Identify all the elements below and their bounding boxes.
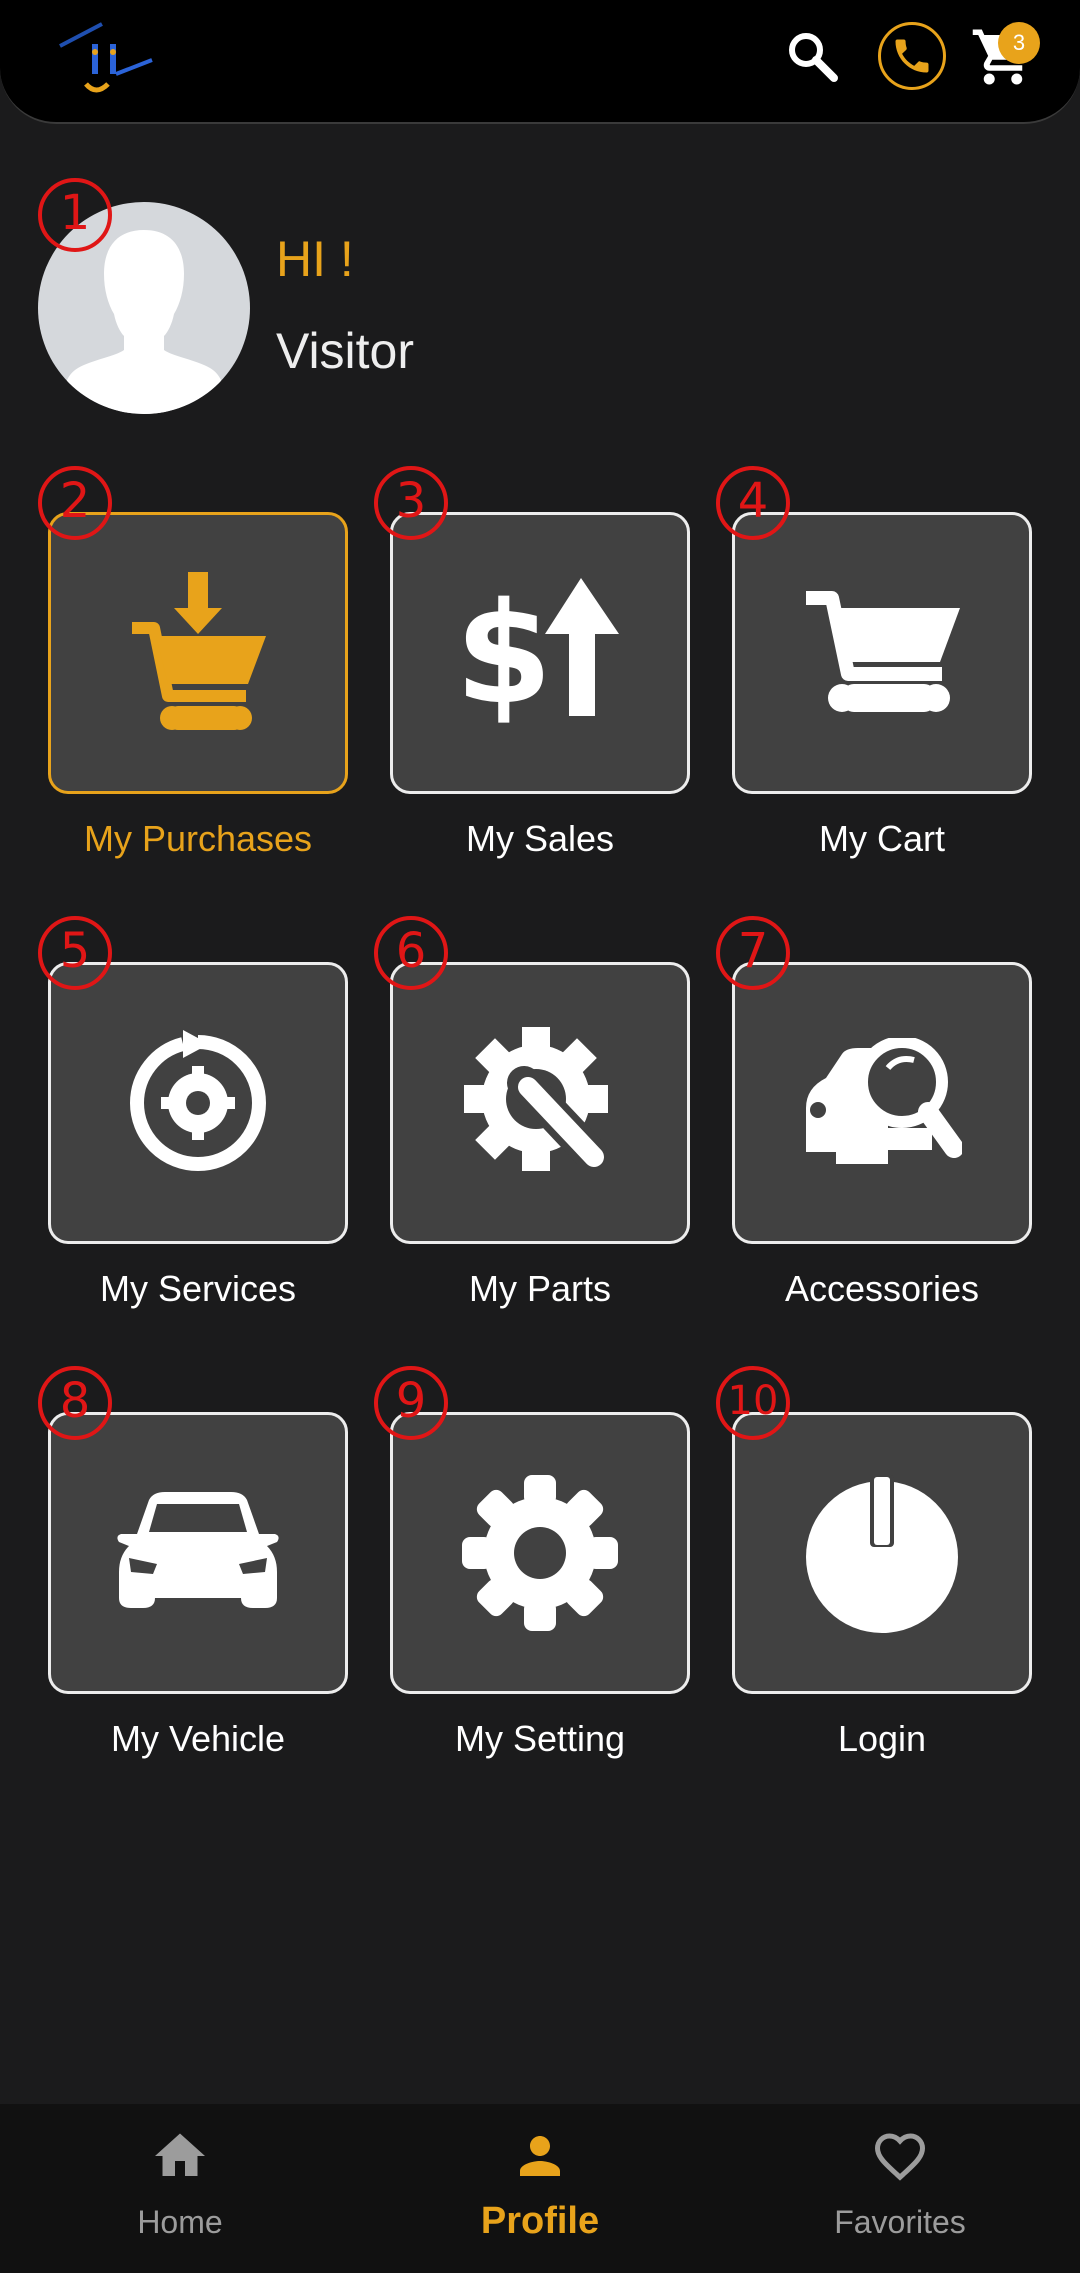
marker-9: 9 xyxy=(374,1366,448,1440)
nav-home[interactable]: Home xyxy=(30,2104,330,2273)
nav-profile-label: Profile xyxy=(480,2200,600,2242)
marker-8: 8 xyxy=(38,1366,112,1440)
nav-home-label: Home xyxy=(137,2204,223,2240)
login-label: Login xyxy=(837,1718,927,1759)
gear-cycle-icon xyxy=(130,1030,266,1171)
my-purchases-button[interactable] xyxy=(48,512,348,794)
nav-favorites-label: Favorites xyxy=(834,2204,966,2240)
greeting-text: HI ! xyxy=(276,231,354,287)
my-services-button[interactable] xyxy=(48,962,348,1244)
marker-2: 2 xyxy=(38,466,112,540)
dollar-up-icon: $ xyxy=(455,578,619,728)
nav-profile[interactable]: Profile xyxy=(390,2104,690,2273)
heart-icon xyxy=(874,2133,926,2181)
my-parts-label: My Parts xyxy=(468,1268,611,1309)
marker-10: 10 xyxy=(716,1366,790,1440)
marker-6: 6 xyxy=(374,916,448,990)
my-purchases-label: My Purchases xyxy=(83,818,313,859)
login-button[interactable] xyxy=(732,1412,1032,1694)
my-vehicle-button[interactable] xyxy=(48,1412,348,1694)
my-vehicle-label: My Vehicle xyxy=(110,1718,286,1759)
accessories-label: Accessories xyxy=(784,1268,980,1309)
accessories-button[interactable] xyxy=(732,962,1032,1244)
my-sales-label: My Sales xyxy=(465,818,615,859)
home-icon xyxy=(155,2133,205,2176)
cart-count-badge: 3 xyxy=(998,22,1040,64)
my-services-label: My Services xyxy=(99,1268,297,1309)
call-button[interactable] xyxy=(878,22,946,90)
car-search-icon xyxy=(806,1038,962,1164)
top-app-bar: 3 xyxy=(0,0,1080,124)
svg-text:$: $ xyxy=(455,578,552,728)
marker-4: 4 xyxy=(716,466,790,540)
phone-icon xyxy=(895,39,929,73)
cart-icon xyxy=(806,591,960,712)
my-setting-button[interactable] xyxy=(390,1412,690,1694)
my-sales-button[interactable]: $ xyxy=(390,512,690,794)
search-icon[interactable] xyxy=(782,26,842,86)
person-icon xyxy=(520,2136,560,2176)
marker-7: 7 xyxy=(716,916,790,990)
my-cart-label: My Cart xyxy=(819,818,945,859)
user-name: Visitor xyxy=(276,323,415,379)
gear-icon xyxy=(462,1475,618,1631)
gear-wrench-icon xyxy=(464,1027,608,1171)
my-cart-button[interactable] xyxy=(732,512,1032,794)
my-setting-label: My Setting xyxy=(454,1718,626,1759)
marker-3: 3 xyxy=(374,466,448,540)
app-logo[interactable] xyxy=(52,16,160,106)
power-icon xyxy=(806,1475,958,1633)
marker-5: 5 xyxy=(38,916,112,990)
my-parts-button[interactable] xyxy=(390,962,690,1244)
nav-favorites[interactable]: Favorites xyxy=(750,2104,1050,2273)
purchase-cart-icon xyxy=(132,572,266,730)
bottom-navigation: Home Profile Favorites xyxy=(0,2104,1080,2273)
car-icon xyxy=(117,1492,279,1608)
marker-1: 1 xyxy=(38,178,112,252)
